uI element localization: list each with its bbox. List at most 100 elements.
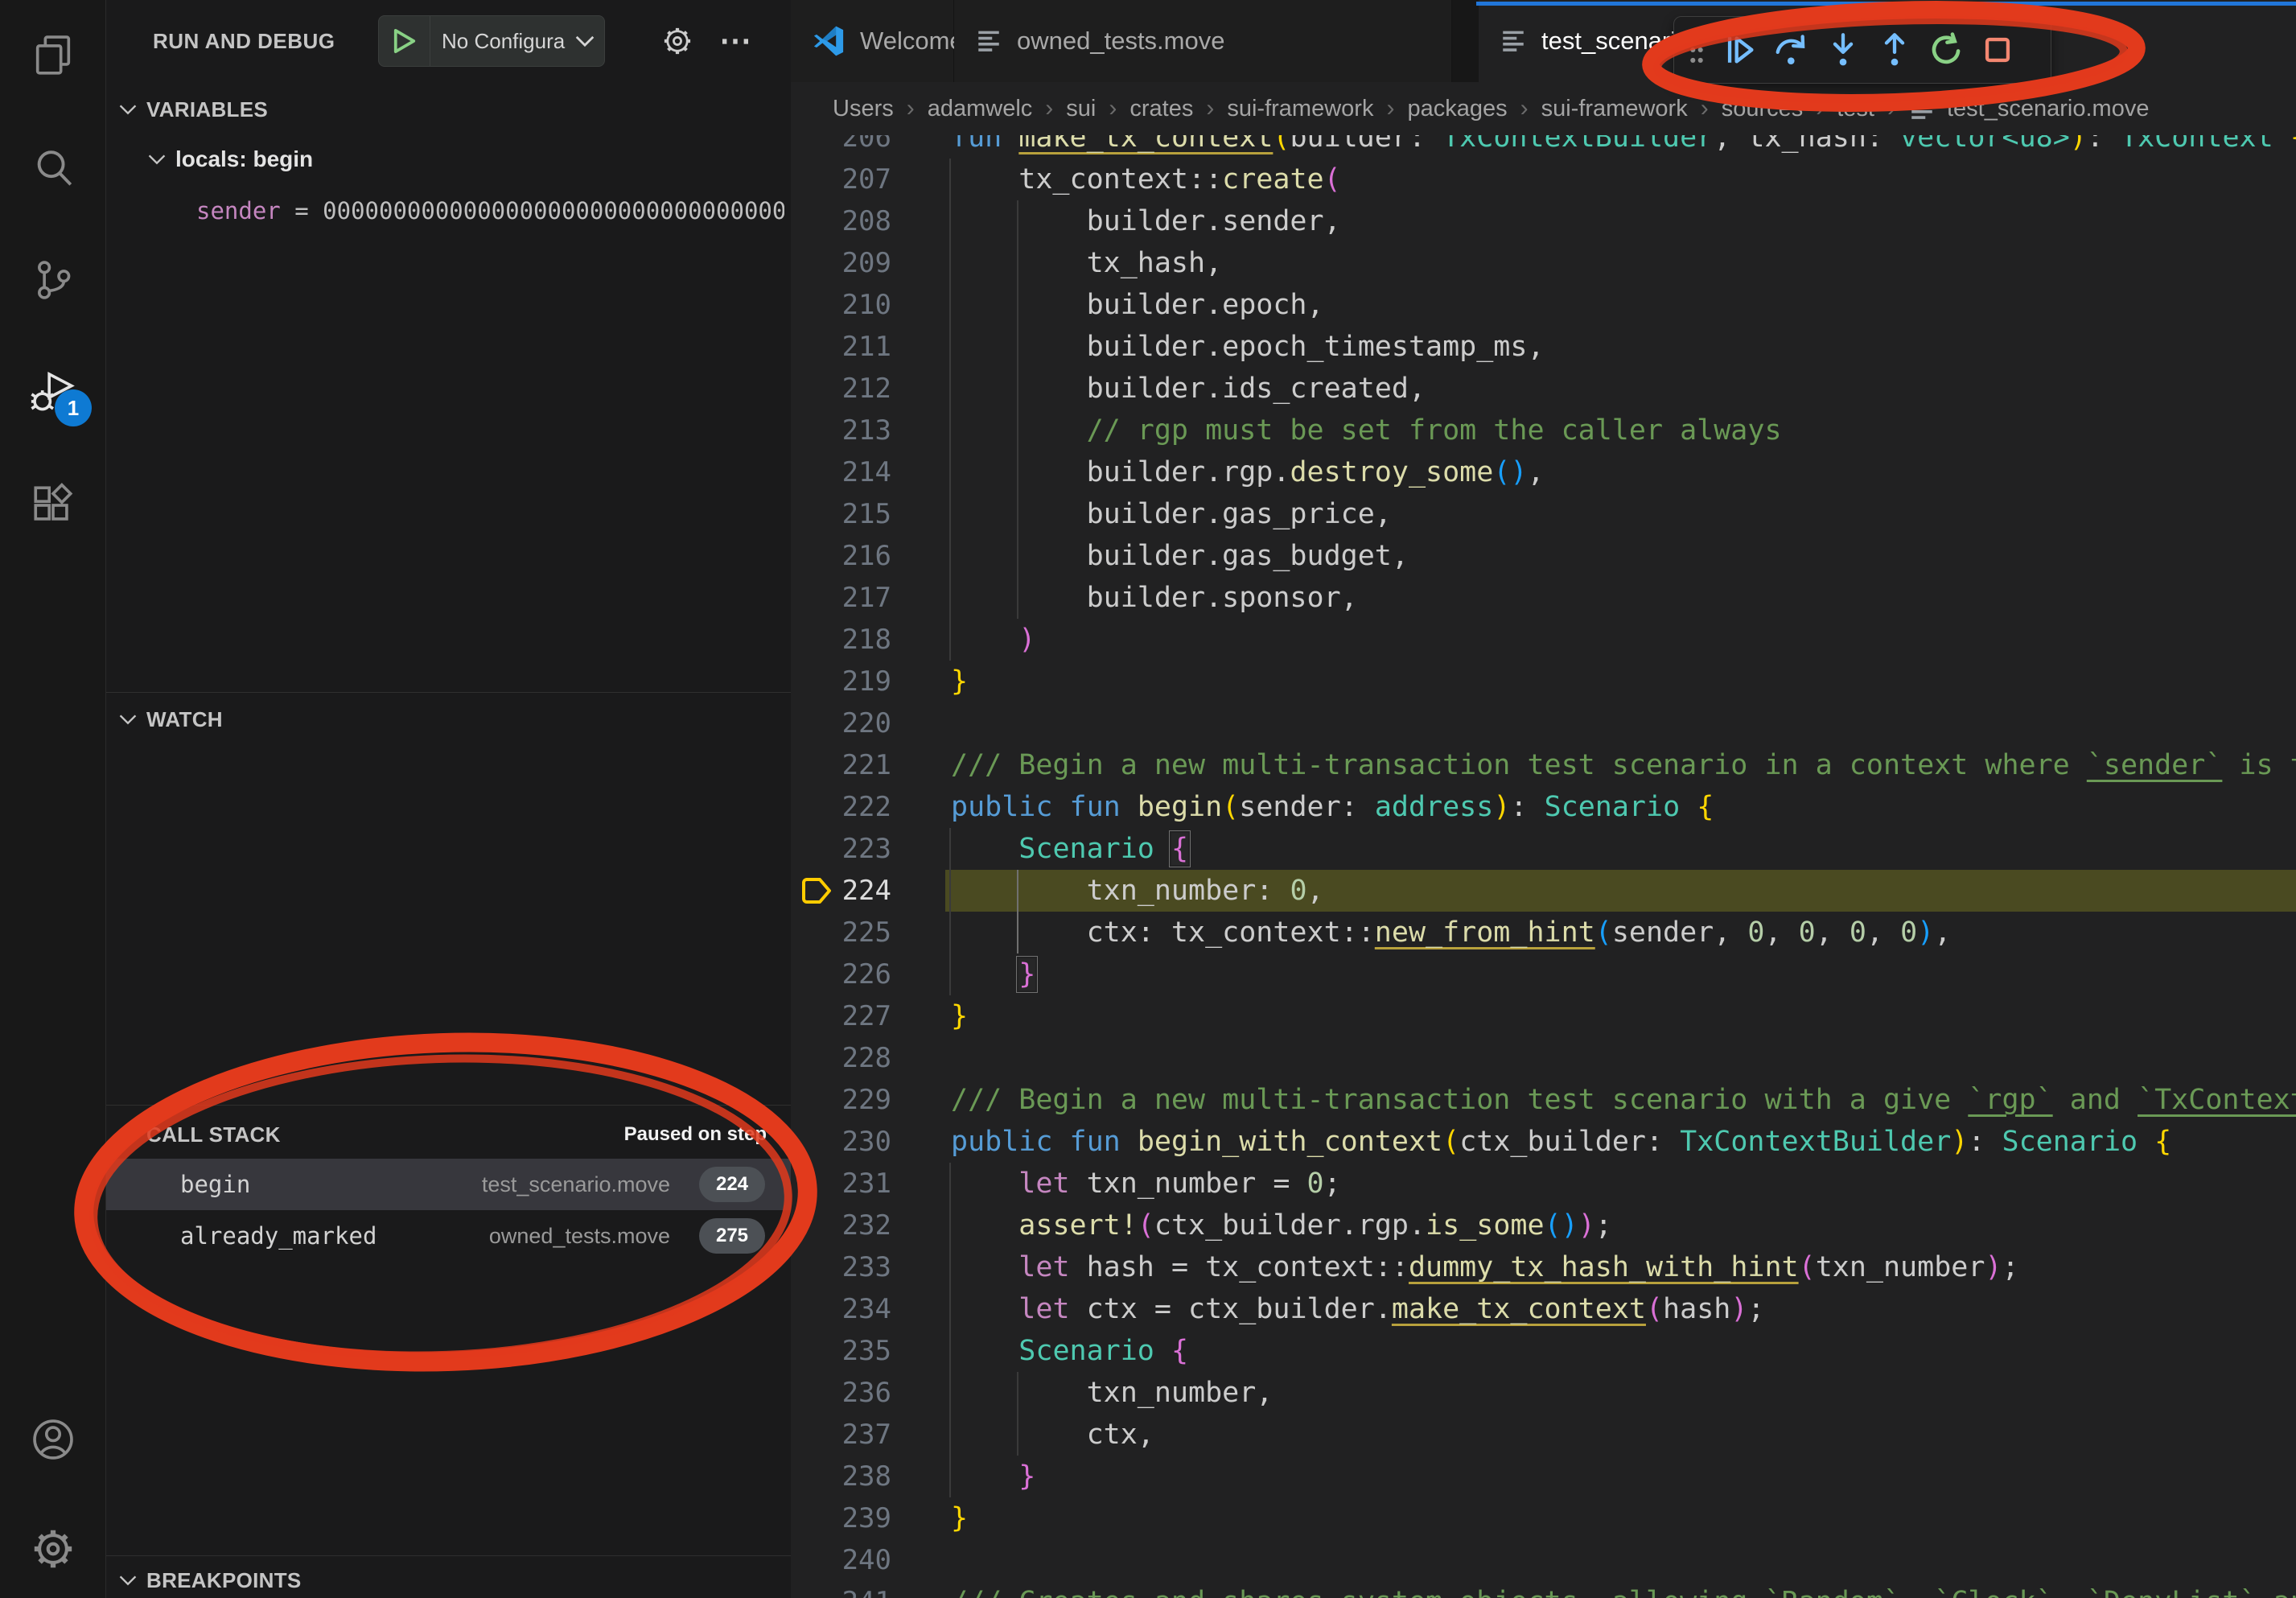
tab-label: Welcome [860,27,964,56]
breadcrumb-separator: › [1096,95,1129,122]
breadcrumb-item[interactable]: crates [1129,96,1193,122]
code-line-221[interactable]: 221/// Begin a new multi-transaction tes… [791,744,2296,786]
code-line-220[interactable]: 220 [791,702,2296,744]
source-control-icon[interactable] [0,235,106,325]
code-line-207[interactable]: 207 tx_context::create( [791,159,2296,200]
code-line-210[interactable]: 210 builder.epoch, [791,284,2296,326]
code-line-211[interactable]: 211 builder.epoch_timestamp_ms, [791,326,2296,368]
line-number: 222 [791,786,891,828]
tab-owned_tests.move[interactable]: owned_tests.move [954,0,1452,82]
breadcrumb-file[interactable]: test_scenario.move [1908,95,2149,122]
code-line-218[interactable]: 218 ) [791,619,2296,661]
breadcrumb-item[interactable]: adamwelc [928,96,1033,122]
line-number: 210 [791,284,891,326]
code-line-240[interactable]: 240 [791,1539,2296,1581]
run-and-debug-icon[interactable]: 1 [0,348,106,438]
restart-button[interactable] [1920,22,1972,78]
code-text: builder.sender, [951,200,1341,242]
stack-frame-begin[interactable]: begintest_scenario.move224 [106,1159,791,1210]
code-editor[interactable]: 206fun make_tx_context(builder: TxContex… [791,117,2296,1598]
views-more-actions-icon[interactable]: ⋯ [711,0,759,82]
line-number: 208 [791,200,891,242]
code-line-239[interactable]: 239} [791,1497,2296,1539]
section-divider [106,1105,791,1106]
tab-Welcome[interactable]: Welcome [791,0,954,82]
section-divider [106,692,791,693]
launch-config-dropdown[interactable]: No Configura [378,15,605,67]
breadcrumb-item[interactable]: packages [1407,96,1507,122]
code-line-233[interactable]: 233 let hash = tx_context::dummy_tx_hash… [791,1246,2296,1288]
code-line-241[interactable]: 241/// Creates and shares system objects… [791,1581,2296,1598]
settings-gear-icon[interactable] [0,1504,106,1594]
line-number: 234 [791,1288,891,1330]
code-line-213[interactable]: 213 // rgp must be set from the caller a… [791,410,2296,451]
code-text: let txn_number = 0; [951,1163,1341,1205]
call-stack-section-header[interactable]: CALL STACK Paused on step [106,1114,791,1155]
frame-file: test_scenario.move [482,1159,670,1210]
debug-settings-gear-icon[interactable] [653,0,702,82]
scope-label: locals: begin [175,146,313,172]
extensions-icon[interactable] [0,460,106,550]
step-over-button[interactable] [1766,22,1817,78]
search-icon[interactable] [0,123,106,213]
variables-scope-row[interactable]: locals: begin [106,138,791,180]
stack-frame-already_marked[interactable]: already_markedowned_tests.move275 [106,1210,791,1262]
code-text: Scenario { [951,828,1188,870]
gear-icon [30,1526,76,1572]
code-line-229[interactable]: 229/// Begin a new multi-transaction tes… [791,1079,2296,1121]
step-out-button[interactable] [1869,22,1920,78]
move-file-icon [1500,27,1527,55]
code-line-238[interactable]: 238 } [791,1456,2296,1497]
account-icon[interactable] [0,1394,106,1485]
code-line-212[interactable]: 212 builder.ids_created, [791,368,2296,410]
code-text: let ctx = ctx_builder.make_tx_context(ha… [951,1288,1765,1330]
explorer-icon[interactable] [0,10,106,101]
section-divider [106,1555,791,1556]
code-line-224[interactable]: 224 txn_number: 0, [791,870,2296,912]
breakpoints-section-header[interactable]: BREAKPOINTS [106,1559,791,1598]
code-line-222[interactable]: 222 public fun begin(sender: address): Sc… [791,786,2296,828]
code-line-225[interactable]: 225 ctx: tx_context::new_from_hint(sende… [791,912,2296,953]
code-line-237[interactable]: 237 ctx, [791,1414,2296,1456]
code-text: ctx: tx_context::new_from_hint(sender, 0… [951,912,1951,953]
code-line-226[interactable]: 226 } [791,953,2296,995]
code-line-230[interactable]: 230public fun begin_with_context(ctx_bui… [791,1121,2296,1163]
code-line-216[interactable]: 216 builder.gas_budget, [791,535,2296,577]
continue-button[interactable] [1714,22,1766,78]
code-line-219[interactable]: 219} [791,661,2296,702]
variables-label: VARIABLES [146,97,268,122]
code-line-215[interactable]: 215 builder.gas_price, [791,493,2296,535]
breadcrumb-item[interactable]: sources [1722,96,1804,122]
chevron-down-icon [119,1129,146,1140]
watch-section-header[interactable]: WATCH [106,698,791,740]
variables-section-header[interactable]: VARIABLES [106,89,791,130]
breadcrumb-item[interactable]: test [1837,96,1874,122]
code-line-223[interactable]: 223 Scenario { [791,828,2296,870]
variable-row[interactable]: sender = 0000000000000000000000000000000… [196,190,784,232]
code-line-208[interactable]: 208 builder.sender, [791,200,2296,242]
code-line-236[interactable]: 236 txn_number, [791,1372,2296,1414]
breadcrumb-item[interactable]: sui-framework [1541,96,1688,122]
code-line-227[interactable]: 227} [791,995,2296,1037]
code-line-235[interactable]: 235 Scenario { [791,1330,2296,1372]
line-number: 227 [791,995,891,1037]
code-text: public fun begin(sender: address): Scena… [951,786,1714,828]
code-line-232[interactable]: 232 assert!(ctx_builder.rgp.is_some()); [791,1205,2296,1246]
breadcrumb-item[interactable]: sui [1066,96,1096,122]
code-line-231[interactable]: 231 let txn_number = 0; [791,1163,2296,1205]
toolbar-drag-handle[interactable] [1687,34,1706,66]
breadcrumb-item[interactable]: Users [833,96,894,122]
code-line-228[interactable]: 228 [791,1037,2296,1079]
line-number: 225 [791,912,891,953]
step-into-button[interactable] [1817,22,1869,78]
code-text: builder.rgp.destroy_some(), [951,451,1545,493]
breadcrumb-item[interactable]: sui-framework [1227,96,1373,122]
start-debug-button[interactable] [379,16,430,66]
code-line-214[interactable]: 214 builder.rgp.destroy_some(), [791,451,2296,493]
code-line-217[interactable]: 217 builder.sponsor, [791,577,2296,619]
code-line-209[interactable]: 209 tx_hash, [791,242,2296,284]
stop-button[interactable] [1972,22,2023,78]
code-line-234[interactable]: 234 let ctx = ctx_builder.make_tx_contex… [791,1288,2296,1330]
line-number: 216 [791,535,891,577]
editor-area: Welcomeowned_tests.move test_scenario.mov… [791,0,2296,1598]
